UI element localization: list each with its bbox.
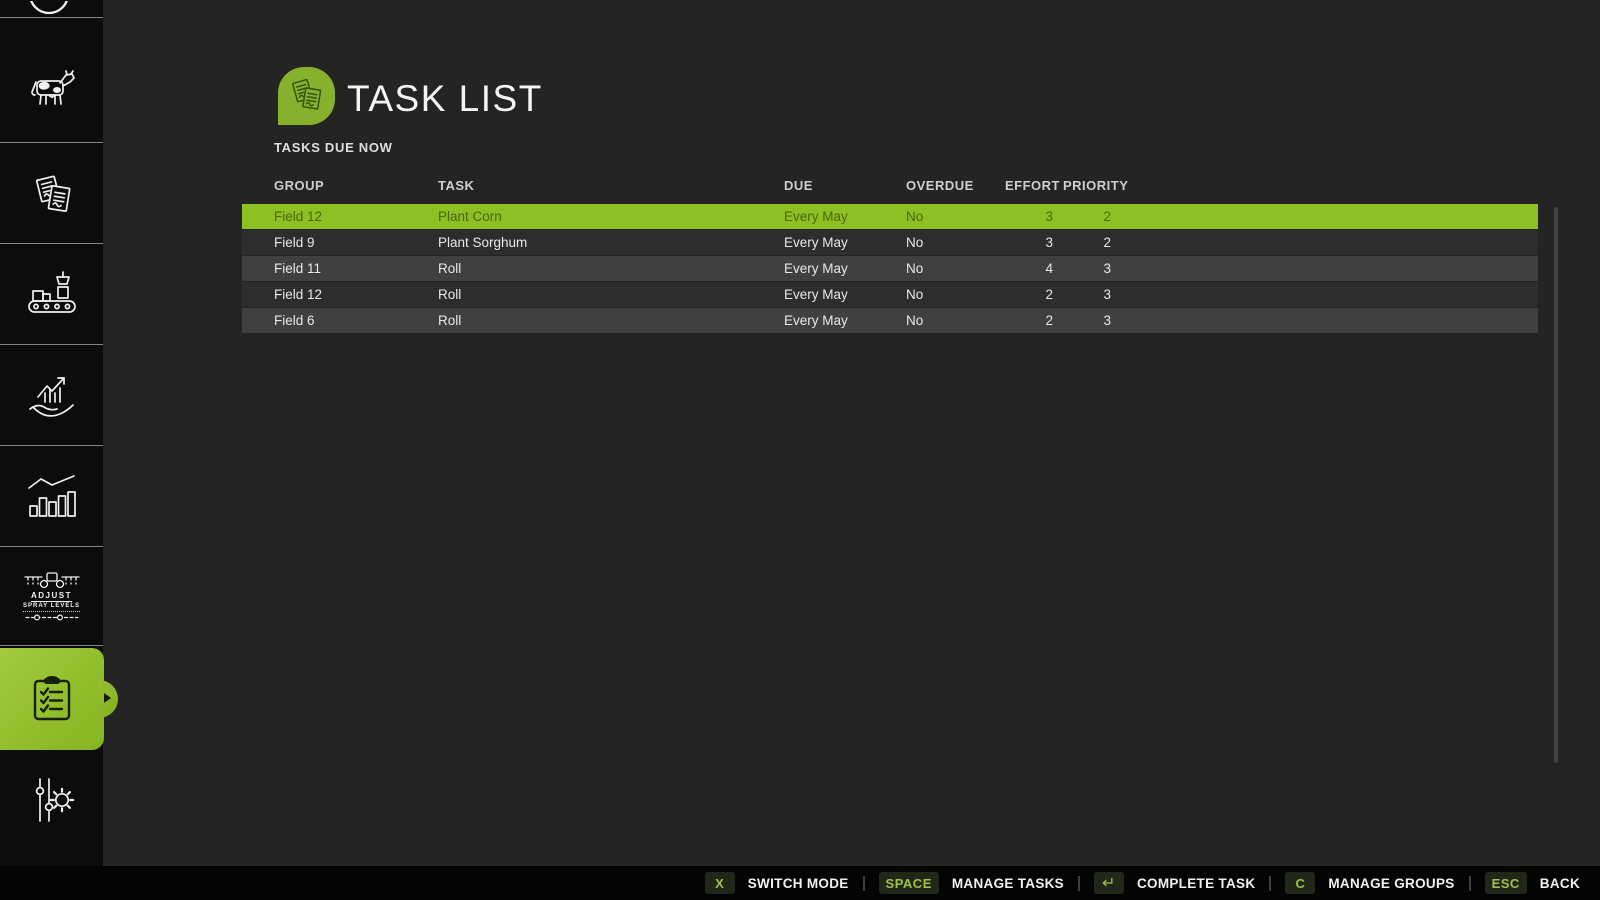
task-list-screen: ADJUST SPRAY LEVELS: [0, 0, 1600, 900]
cell-task: Plant Sorghum: [438, 235, 784, 250]
cell-task: Plant Corn: [438, 209, 784, 224]
cell-group: Field 11: [274, 261, 438, 276]
sidebar-divider: [0, 17, 103, 18]
shortcut-switch-mode[interactable]: X SWITCH MODE: [705, 872, 849, 894]
column-header-priority: PRIORITY: [1063, 178, 1121, 193]
cell-overdue: No: [906, 261, 1005, 276]
sprayer-label-bottom: SPRAY LEVELS: [23, 603, 80, 612]
cell-overdue: No: [906, 313, 1005, 328]
cell-task: Roll: [438, 261, 784, 276]
cell-overdue: No: [906, 235, 1005, 250]
cell-effort: 3: [1005, 209, 1063, 224]
cell-due: Every May: [784, 287, 906, 302]
key-esc: ESC: [1485, 872, 1527, 894]
sidebar: ADJUST SPRAY LEVELS: [0, 0, 103, 866]
partial-circle-icon: [0, 1, 103, 16]
column-header-task: TASK: [438, 178, 784, 193]
column-header-due: DUE: [784, 178, 906, 193]
clipboard-icon: [29, 673, 75, 725]
shortcut-label: MANAGE TASKS: [952, 876, 1064, 891]
sidebar-divider: [0, 142, 103, 143]
sidebar-item-statistics[interactable]: [0, 470, 103, 522]
shortcut-bar: X SWITCH MODE SPACE MANAGE TASKS ↵ COMPL…: [0, 866, 1600, 900]
shortcut-label: MANAGE GROUPS: [1328, 876, 1454, 891]
sidebar-item-top-partial[interactable]: [0, 0, 103, 17]
cell-task: Roll: [438, 313, 784, 328]
page-title-icon: [278, 67, 335, 125]
cell-overdue: No: [906, 209, 1005, 224]
cell-group: Field 12: [274, 287, 438, 302]
cell-group: Field 12: [274, 209, 438, 224]
shortcut-separator: [1269, 876, 1271, 891]
scrollbar-thumb[interactable]: [1554, 207, 1558, 763]
documents-icon: [285, 74, 329, 118]
column-header-effort: EFFORT: [1005, 178, 1063, 193]
cell-effort: 3: [1005, 235, 1063, 250]
key-space: SPACE: [879, 872, 939, 894]
sprayer-label-top: ADJUST: [31, 591, 72, 602]
cell-task: Roll: [438, 287, 784, 302]
sidebar-item-spray-levels[interactable]: ADJUST SPRAY LEVELS: [0, 568, 103, 624]
cell-due: Every May: [784, 261, 906, 276]
sidebar-item-animals[interactable]: [0, 62, 103, 118]
sidebar-divider: [0, 546, 103, 547]
cell-effort: 2: [1005, 287, 1063, 302]
sidebar-divider: [0, 445, 103, 446]
table-row[interactable]: Field 12 Roll Every May No 2 3: [242, 282, 1538, 307]
cell-priority: 3: [1063, 287, 1121, 302]
table-header: GROUP TASK DUE OVERDUE EFFORT PRIORITY: [242, 177, 1538, 193]
cell-priority: 3: [1063, 313, 1121, 328]
cell-effort: 2: [1005, 313, 1063, 328]
cell-priority: 3: [1063, 261, 1121, 276]
table-row[interactable]: Field 9 Plant Sorghum Every May No 3 2: [242, 230, 1538, 255]
column-header-group: GROUP: [274, 178, 438, 193]
shortcut-manage-groups[interactable]: C MANAGE GROUPS: [1285, 872, 1454, 894]
sliders-gear-icon: [27, 774, 77, 826]
shortcut-separator: [863, 876, 865, 891]
sidebar-item-contracts[interactable]: [0, 168, 103, 218]
shortcut-label: COMPLETE TASK: [1137, 876, 1255, 891]
production-line-icon: [26, 270, 78, 316]
cell-priority: 2: [1063, 209, 1121, 224]
shortcut-separator: [1078, 876, 1080, 891]
sidebar-divider: [0, 344, 103, 345]
table-row[interactable]: Field 12 Plant Corn Every May No 3 2: [242, 204, 1538, 229]
bar-chart-icon: [25, 473, 79, 519]
shortcut-label: SWITCH MODE: [748, 876, 849, 891]
table-row[interactable]: Field 11 Roll Every May No 4 3: [242, 256, 1538, 281]
cell-due: Every May: [784, 235, 906, 250]
sidebar-selected-arrow-icon: [104, 693, 111, 703]
documents-icon: [27, 169, 77, 217]
column-header-overdue: OVERDUE: [906, 178, 1005, 193]
sidebar-divider: [0, 243, 103, 244]
enter-key-icon: ↵: [1094, 872, 1124, 894]
cell-effort: 4: [1005, 261, 1063, 276]
sidebar-item-settings[interactable]: [0, 774, 103, 826]
sidebar-item-finances[interactable]: [0, 370, 103, 422]
cell-priority: 2: [1063, 235, 1121, 250]
shortcut-back[interactable]: ESC BACK: [1485, 872, 1580, 894]
cow-icon: [26, 69, 78, 111]
sidebar-item-production[interactable]: [0, 268, 103, 318]
sidebar-divider: [0, 645, 103, 646]
shortcut-separator: [1469, 876, 1471, 891]
key-c: C: [1285, 872, 1315, 894]
cell-due: Every May: [784, 313, 906, 328]
shortcut-label: BACK: [1540, 876, 1580, 891]
cell-overdue: No: [906, 287, 1005, 302]
cell-group: Field 9: [274, 235, 438, 250]
hand-chart-icon: [25, 370, 79, 422]
sidebar-item-task-list[interactable]: [0, 648, 104, 750]
cell-due: Every May: [784, 209, 906, 224]
page-title: TASK LIST: [347, 78, 543, 120]
section-label: TASKS DUE NOW: [274, 140, 393, 155]
task-table: GROUP TASK DUE OVERDUE EFFORT PRIORITY F…: [242, 177, 1538, 334]
key-x: X: [705, 872, 735, 894]
shortcut-complete-task[interactable]: ↵ COMPLETE TASK: [1094, 872, 1255, 894]
shortcut-manage-tasks[interactable]: SPACE MANAGE TASKS: [879, 872, 1064, 894]
table-row[interactable]: Field 6 Roll Every May No 2 3: [242, 308, 1538, 333]
sprayer-icon: ADJUST SPRAY LEVELS: [22, 570, 82, 622]
cell-group: Field 6: [274, 313, 438, 328]
